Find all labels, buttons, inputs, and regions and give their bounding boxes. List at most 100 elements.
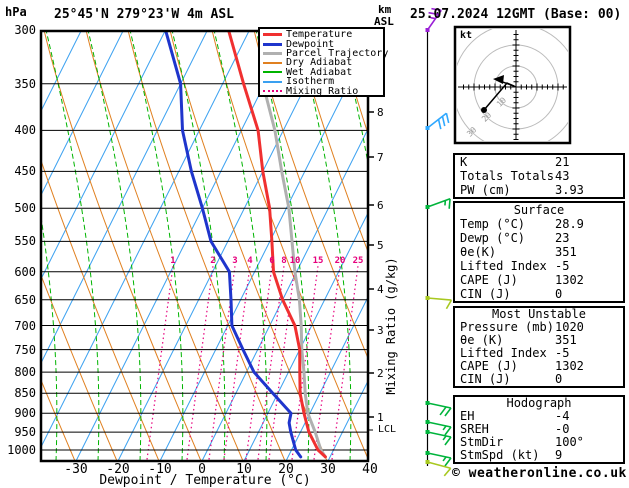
table-most-unstable: Most UnstablePressure (mb)1020θe (K)351L… — [453, 306, 625, 388]
altitude-tick-label: 6 — [377, 199, 384, 212]
table-row-label: CIN (J) — [460, 372, 511, 386]
table-surface: SurfaceTemp (°C)28.9Dewp (°C)23θe(K)351L… — [453, 201, 625, 303]
wind-barb — [426, 199, 451, 209]
pressure-tick-label: 750 — [2, 343, 36, 357]
mixing-ratio-line-label: 10 — [287, 256, 303, 266]
table-row-label: PW (cm) — [460, 183, 511, 197]
altitude-tick-label: 7 — [377, 151, 384, 164]
table-row-label: CIN (J) — [460, 287, 511, 301]
mixing-ratio-line-label: 2 — [205, 256, 221, 266]
table-row-value: -5 — [555, 259, 569, 273]
pressure-tick-label: 400 — [2, 123, 36, 137]
table-row: Temp (°C) 28.9 — [455, 217, 623, 231]
table-row: K 21 — [455, 155, 623, 169]
table-row-label: Dewp (°C) — [460, 231, 525, 245]
mixing-ratio-line-label: 4 — [242, 256, 258, 266]
table-row: StmSpd (kt) 9 — [455, 449, 623, 462]
table-row-value: 21 — [555, 155, 569, 169]
legend-item-label: Isotherm — [286, 77, 334, 86]
table-row-label: K — [460, 155, 467, 169]
pressure-unit-label: hPa — [5, 5, 27, 19]
table-row-label: Totals Totals — [460, 169, 554, 183]
legend-line-sample — [263, 81, 282, 83]
mixing-ratio-line-label: 25 — [350, 256, 366, 266]
table-row: Dewp (°C) 23 — [455, 231, 623, 245]
table-title: Surface — [455, 203, 623, 217]
table-row: PW (cm) 3.93 — [455, 183, 623, 197]
datetime-title: 25.07.2024 12GMT (Base: 00) — [410, 7, 621, 22]
table-row-value: 9 — [555, 449, 562, 462]
mixing-ratio-line-label: 3 — [227, 256, 243, 266]
table-row-label: StmDir — [460, 435, 503, 449]
table-row-value: 351 — [555, 245, 577, 259]
pressure-tick-label: 650 — [2, 293, 36, 307]
table-row-value: 3.93 — [555, 183, 584, 197]
table-row-label: Temp (°C) — [460, 217, 525, 231]
table-title: Hodograph — [455, 397, 623, 410]
mixing-ratio-lines — [147, 266, 358, 460]
table-row-label: EH — [460, 409, 474, 423]
mixing-ratio-line-label: 1 — [165, 256, 181, 266]
table-row-value: 23 — [555, 231, 569, 245]
altitude-tick-label: 8 — [377, 106, 384, 119]
legend-item-label: Dry Adiabat — [286, 58, 352, 67]
table-row: CIN (J) 0 — [455, 287, 623, 301]
legend-item: Mixing Ratio — [263, 86, 383, 95]
mixing-ratio-line-label: 15 — [310, 256, 326, 266]
legend-line-sample — [263, 33, 282, 36]
table-row-label: CAPE (J) — [460, 359, 518, 373]
table-row-value: 28.9 — [555, 217, 584, 231]
legend-line-sample — [263, 71, 282, 73]
pressure-tick-label: 500 — [2, 201, 36, 215]
altitude-tick-label: 2 — [377, 367, 384, 380]
temperature-tick-label: 40 — [350, 462, 390, 477]
wind-barb-column — [426, 9, 452, 476]
pressure-tick-label: 300 — [2, 23, 36, 37]
pressure-tick-label: 350 — [2, 77, 36, 91]
hodograph-inset: 102030 — [453, 24, 579, 150]
wind-barb — [426, 401, 451, 416]
pressure-tick-label: 450 — [2, 164, 36, 178]
pressure-tick-label: 550 — [2, 234, 36, 248]
table-row-value: 1302 — [555, 273, 584, 287]
altitude-tick-label: 5 — [377, 239, 384, 252]
pressure-tick-label: 800 — [2, 365, 36, 379]
pressure-tick-label: 900 — [2, 406, 36, 420]
table-row: CAPE (J)1302 — [455, 273, 623, 287]
table-row: CIN (J)0 — [455, 373, 623, 386]
table-row: Lifted Index -5 — [455, 259, 623, 273]
altitude-tick-label: 4 — [377, 283, 384, 296]
legend-line-sample — [263, 62, 282, 64]
table-row-label: θe(K) — [460, 245, 496, 259]
pressure-tick-label: 950 — [2, 425, 36, 439]
legend-line-sample — [263, 43, 282, 46]
station-title: 25°45'N 279°23'W 4m ASL — [54, 7, 234, 22]
table-row-label: Lifted Index — [460, 346, 547, 360]
table-row-label: SREH — [460, 422, 489, 436]
pressure-tick-label: 700 — [2, 319, 36, 333]
table-row-label: Lifted Index — [460, 259, 547, 273]
table-row-label: Pressure (mb) — [460, 320, 554, 334]
altitude-tick-label: 1 — [377, 411, 384, 424]
wind-barb — [426, 296, 452, 309]
legend-line-sample — [263, 90, 282, 92]
legend-item-label: Mixing Ratio — [286, 87, 358, 96]
pressure-tick-label: 1000 — [2, 443, 36, 457]
legend-item-label: Temperature — [286, 30, 352, 39]
skewt-sounding-page: { "header": { "station_title": "25°45'N … — [0, 0, 629, 486]
table-row-value: 43 — [555, 169, 569, 183]
table-row: θe(K) 351 — [455, 245, 623, 259]
table-row-label: StmSpd (kt) — [460, 448, 539, 462]
table-hodograph: HodographEH-4SREH-0StmDir100°StmSpd (kt)… — [453, 395, 625, 464]
table-row-value: 0 — [555, 287, 562, 301]
table-row: Totals Totals43 — [455, 169, 623, 183]
lcl-label: LCL — [378, 424, 396, 435]
mixing-ratio-axis-title: Mixing Ratio (g/kg) — [384, 232, 398, 420]
pressure-tick-label: 600 — [2, 265, 36, 279]
legend-item: Isotherm — [263, 77, 383, 86]
table-indices: K21Totals Totals43PW (cm)3.93 — [453, 153, 625, 199]
table-row-label: θe (K) — [460, 333, 503, 347]
pressure-tick-label: 850 — [2, 386, 36, 400]
altitude-tick-label: 3 — [377, 324, 384, 337]
legend-line-sample — [263, 52, 282, 55]
